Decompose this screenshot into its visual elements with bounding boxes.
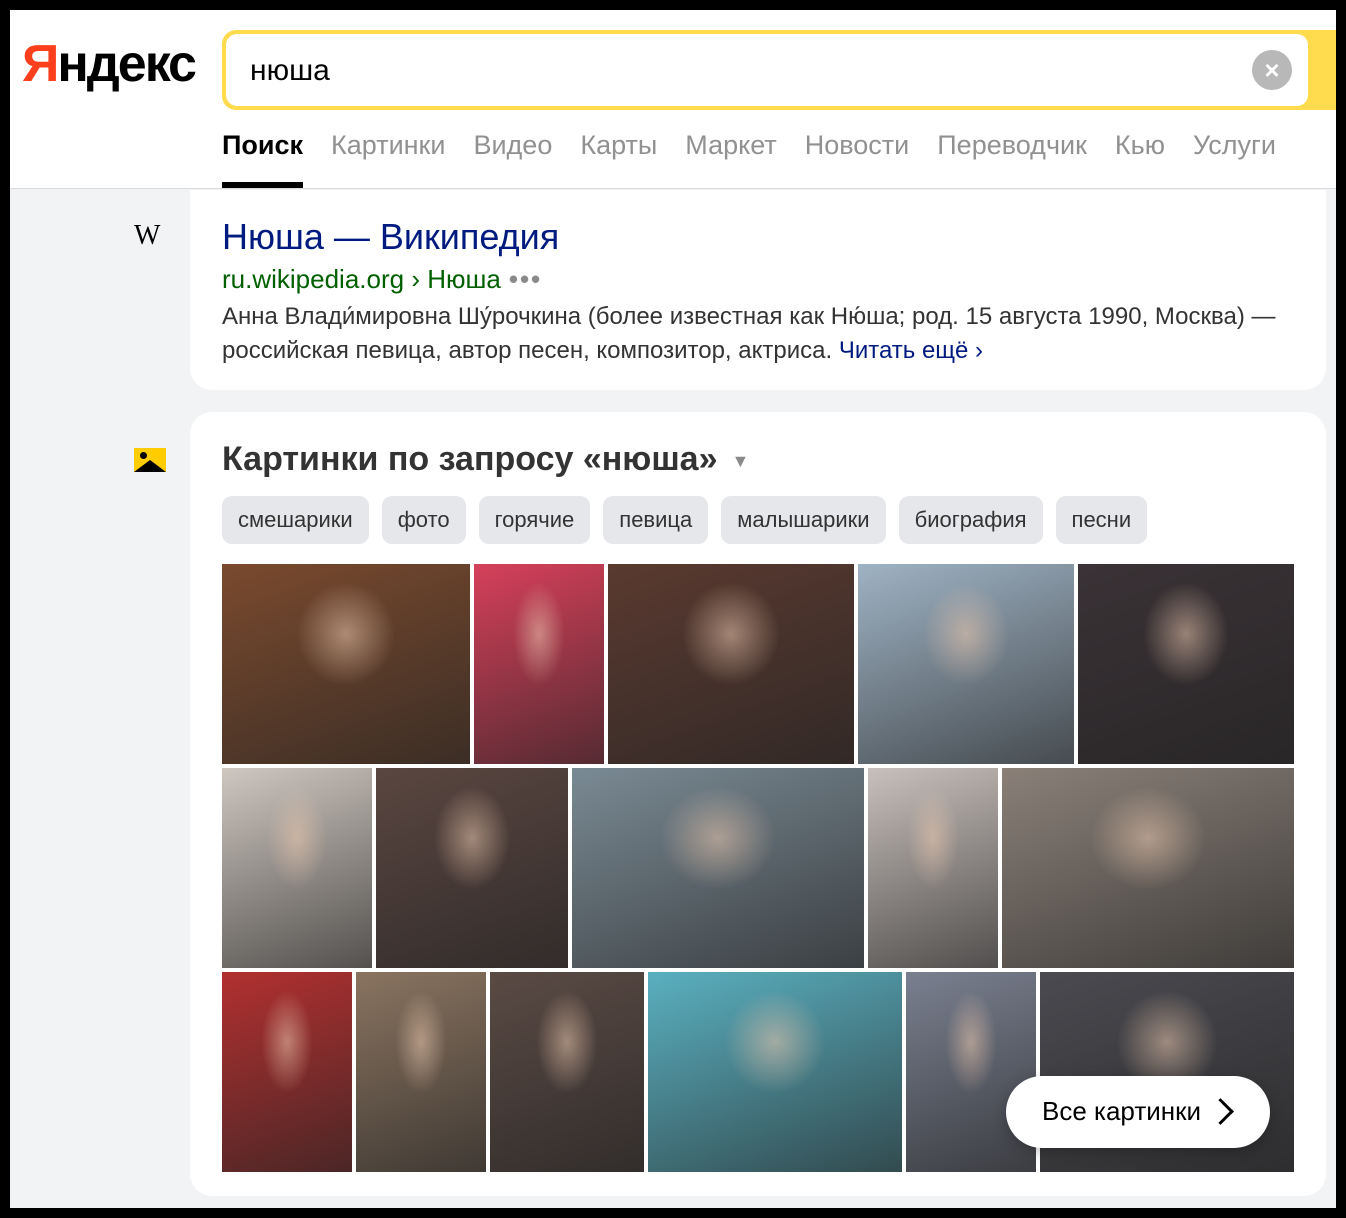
image-thumbnail[interactable]: [222, 768, 372, 968]
image-thumbnail[interactable]: [868, 768, 998, 968]
image-thumbnail[interactable]: [572, 768, 864, 968]
tab-video[interactable]: Видео: [473, 130, 552, 188]
search-bar: ×: [222, 30, 1336, 110]
image-thumbnail[interactable]: [222, 972, 352, 1172]
chevron-right-icon: [1207, 1098, 1234, 1125]
image-thumbnail[interactable]: [1078, 564, 1294, 764]
images-icon: [134, 448, 166, 472]
chip-singer[interactable]: певица: [603, 496, 709, 544]
wikipedia-icon: W: [134, 220, 161, 251]
image-thumbnail[interactable]: [356, 972, 486, 1172]
image-thumbnail[interactable]: [474, 564, 604, 764]
images-heading-text: Картинки по запросу «нюша»: [222, 440, 718, 478]
chip-songs[interactable]: песни: [1055, 496, 1148, 544]
image-thumbnail[interactable]: [648, 972, 902, 1172]
search-tabs: Поиск Картинки Видео Карты Маркет Новости Пере…: [222, 130, 1304, 188]
chevron-down-icon[interactable]: ▼: [732, 451, 750, 471]
chip-biography[interactable]: биография: [898, 496, 1043, 544]
tab-market[interactable]: Маркет: [685, 130, 776, 188]
search-result-card: Нюша — Википедия ru.wikipedia.org › Нюша…: [190, 190, 1326, 390]
tab-services[interactable]: Услуги: [1193, 130, 1276, 188]
header: Яндекс × Поиск Картинки Видео Карты Маркет Но…: [10, 10, 1336, 189]
image-thumbnail[interactable]: [376, 768, 568, 968]
logo-rest: ндекс: [57, 35, 197, 93]
chip-photo[interactable]: фото: [381, 496, 466, 544]
tab-search[interactable]: Поиск: [222, 130, 304, 188]
read-more-link[interactable]: Читать ещё ›: [839, 337, 983, 364]
image-thumbnail[interactable]: [906, 972, 1036, 1172]
snippet-text: Анна Влади́мировна Шу́рочкина (более изв…: [222, 303, 1276, 364]
image-thumbnail[interactable]: [222, 564, 470, 764]
tab-q[interactable]: Кью: [1115, 130, 1165, 188]
url-host: ru.wikipedia.org: [222, 264, 405, 294]
url-path: Нюша: [427, 264, 501, 294]
images-card: Картинки по запросу «нюша» ▼ смешарики фот…: [190, 412, 1326, 1196]
images-heading[interactable]: Картинки по запросу «нюша» ▼: [222, 440, 749, 479]
more-options-icon[interactable]: •••: [509, 264, 542, 294]
image-thumbnail[interactable]: [608, 564, 854, 764]
result-url[interactable]: ru.wikipedia.org › Нюша •••: [222, 264, 542, 295]
logo-first-letter: Я: [22, 35, 59, 93]
result-snippet: Анна Влади́мировна Шу́рочкина (более изв…: [222, 300, 1292, 368]
image-thumbnail[interactable]: [490, 972, 644, 1172]
tab-images[interactable]: Картинки: [331, 130, 445, 188]
all-images-button[interactable]: Все картинки: [1006, 1076, 1270, 1148]
clear-icon[interactable]: ×: [1252, 50, 1292, 90]
yandex-logo[interactable]: Яндекс: [22, 35, 197, 93]
chip-smeshariki[interactable]: смешарики: [222, 496, 369, 544]
chip-malyshariki[interactable]: малышарики: [721, 496, 886, 544]
image-thumbnail[interactable]: [1002, 768, 1294, 968]
chip-hot[interactable]: горячие: [478, 496, 591, 544]
search-input[interactable]: [248, 34, 1232, 108]
url-separator: ›: [411, 264, 420, 294]
result-title-link[interactable]: Нюша — Википедия: [222, 216, 559, 258]
all-images-label: Все картинки: [1042, 1096, 1202, 1126]
image-filter-chips: смешарики фото горячие певица малышарики биог…: [222, 496, 1160, 544]
tab-translator[interactable]: Переводчик: [937, 130, 1087, 188]
tab-maps[interactable]: Карты: [580, 130, 657, 188]
browser-viewport: Яндекс × Поиск Картинки Видео Карты Маркет Но…: [10, 10, 1336, 1208]
search-box: ×: [226, 34, 1308, 108]
tab-news[interactable]: Новости: [805, 130, 910, 188]
image-thumbnail[interactable]: [858, 564, 1074, 764]
